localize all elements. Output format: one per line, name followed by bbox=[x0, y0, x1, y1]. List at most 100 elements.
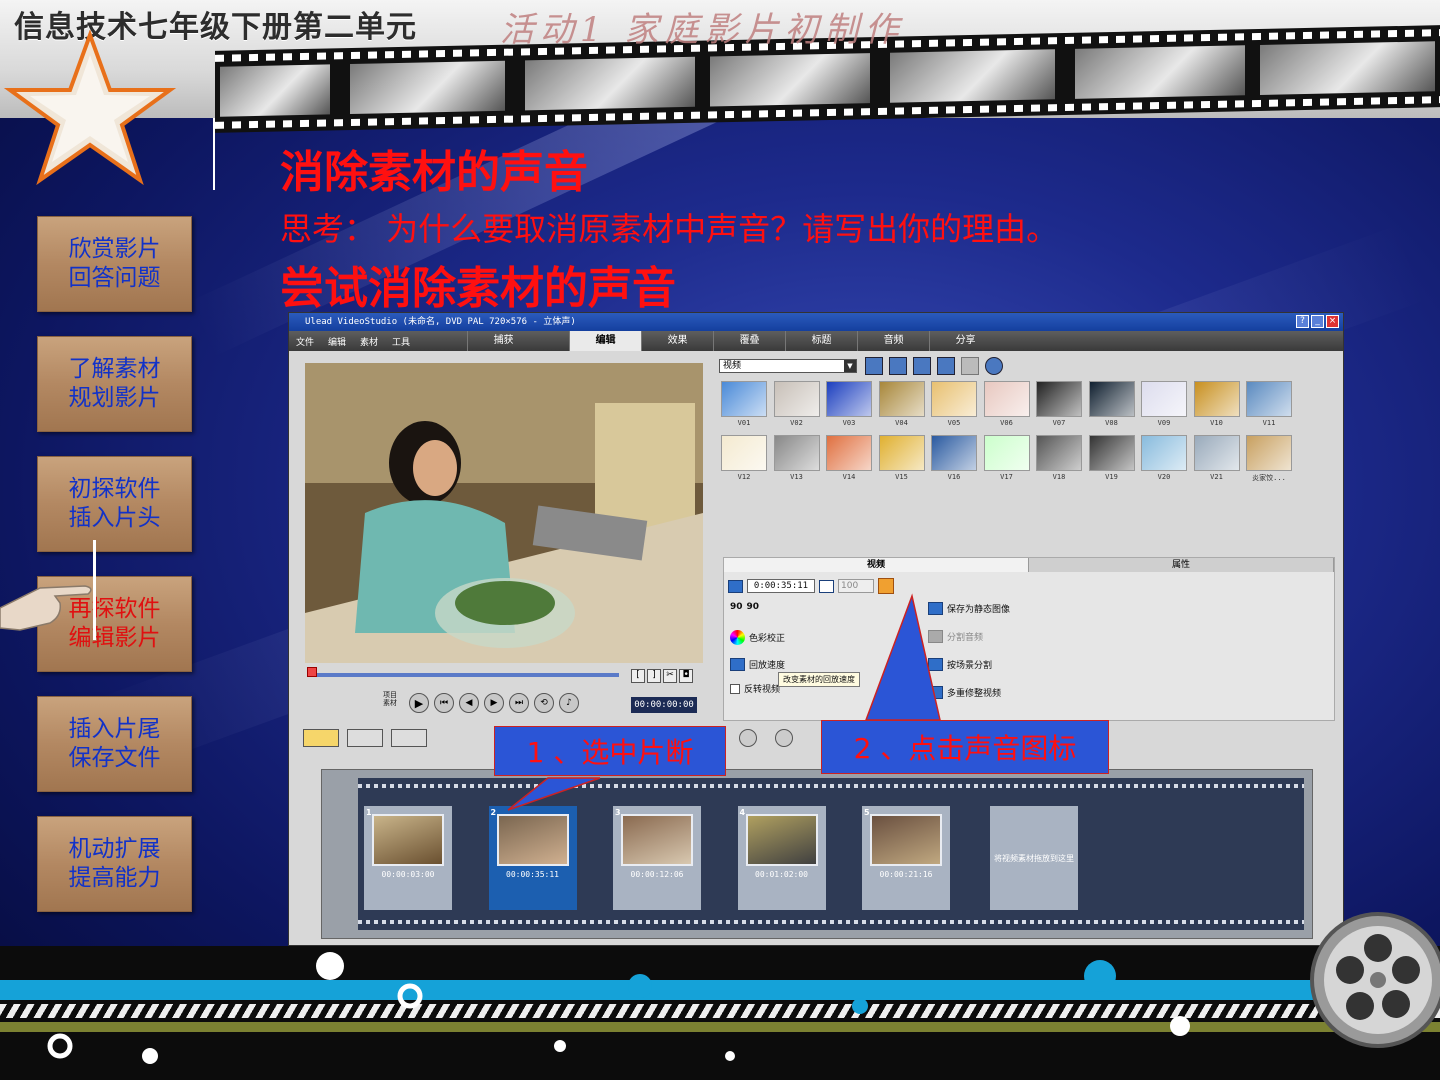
color-correct-button[interactable]: 色彩校正 bbox=[749, 631, 785, 644]
close-button[interactable]: × bbox=[1326, 315, 1339, 328]
library-thumb[interactable] bbox=[1246, 435, 1292, 471]
mark-in-button[interactable]: [ bbox=[631, 669, 645, 683]
expand-icon[interactable] bbox=[985, 357, 1003, 375]
library-dropdown[interactable]: 视频 ▼ bbox=[719, 359, 857, 373]
tab-share[interactable]: 分享 bbox=[929, 331, 1001, 351]
clip-label: 素材 bbox=[383, 699, 397, 707]
library-thumb[interactable] bbox=[721, 435, 767, 471]
tab-edit[interactable]: 编辑 bbox=[569, 331, 642, 351]
cut-icon[interactable]: ✂ bbox=[663, 669, 677, 683]
prev-frame-icon[interactable]: ◀ bbox=[459, 693, 479, 713]
folder-icon[interactable] bbox=[865, 357, 883, 375]
volume-field[interactable]: 100 bbox=[838, 579, 874, 593]
rotate-right-icon[interactable]: 90 bbox=[747, 602, 760, 612]
view-icon[interactable] bbox=[961, 357, 979, 375]
menu-file[interactable]: 文件 bbox=[289, 335, 321, 348]
slide: 信息技术七年级下册第二单元 活动1 家庭影片初制作 欣赏影片 回答问题 了解素材… bbox=[0, 0, 1440, 1080]
multi-trim-button[interactable]: 多重修整视频 bbox=[947, 686, 1001, 699]
storyboard-clip[interactable]: 3 00:00:12:06 bbox=[613, 806, 701, 910]
import-icon[interactable] bbox=[889, 357, 907, 375]
next-frame-icon[interactable]: ▶ bbox=[484, 693, 504, 713]
tab-effect[interactable]: 效果 bbox=[641, 331, 713, 351]
library-thumb[interactable] bbox=[1088, 435, 1135, 471]
minimize-button[interactable]: _ bbox=[1311, 315, 1324, 328]
mark-out-button[interactable]: ] bbox=[647, 669, 661, 683]
smart-proxy-icon[interactable] bbox=[775, 729, 793, 747]
bottom-decoration bbox=[0, 946, 1440, 1080]
reverse-checkbox[interactable] bbox=[730, 683, 740, 694]
storyboard-clip[interactable]: 5 00:00:21:16 bbox=[862, 806, 950, 910]
library-thumb-label: V10 bbox=[1210, 419, 1223, 427]
tab-video[interactable]: 视频 bbox=[724, 558, 1029, 572]
library-thumb[interactable] bbox=[773, 381, 820, 417]
clip-thumbnail bbox=[745, 814, 818, 866]
nav-item-watch-film[interactable]: 欣赏影片 回答问题 bbox=[37, 216, 192, 312]
lesson-subheading: 尝试消除素材的声音 bbox=[280, 263, 676, 314]
home-icon[interactable]: ⏮ bbox=[434, 693, 454, 713]
chevron-down-icon: ▼ bbox=[844, 360, 856, 372]
nav-label: 初探软件 bbox=[68, 476, 161, 502]
duration-field[interactable]: 0:00:35:11 bbox=[747, 579, 815, 593]
storyboard-clip[interactable]: 4 00:01:02:00 bbox=[737, 806, 826, 910]
sort-icon[interactable] bbox=[937, 357, 955, 375]
repeat-icon[interactable]: ⟲ bbox=[534, 693, 554, 713]
library-thumb[interactable] bbox=[1141, 381, 1187, 417]
audio-toggle-icon[interactable] bbox=[878, 578, 894, 594]
tab-attribute[interactable]: 属性 bbox=[1029, 558, 1334, 572]
menu-edit[interactable]: 编辑 bbox=[321, 335, 353, 348]
mute-icon[interactable] bbox=[819, 579, 834, 593]
library-thumb[interactable] bbox=[1193, 435, 1240, 471]
save-still-button[interactable]: 保存为静态图像 bbox=[947, 602, 1010, 615]
rotate-left-icon[interactable]: 90 bbox=[730, 602, 743, 612]
scrubber-handle[interactable] bbox=[307, 667, 317, 677]
end-icon[interactable]: ⏭ bbox=[509, 693, 529, 713]
tab-title[interactable]: 标题 bbox=[785, 331, 857, 351]
timeline-view-icon[interactable] bbox=[347, 729, 383, 747]
library-thumb[interactable] bbox=[826, 435, 872, 471]
audio-view-icon[interactable] bbox=[391, 729, 427, 747]
library-thumb-label: V14 bbox=[842, 473, 856, 481]
help-button[interactable]: ? bbox=[1296, 315, 1309, 328]
library-thumb[interactable] bbox=[931, 435, 977, 471]
library-thumb[interactable] bbox=[1246, 381, 1292, 417]
storyboard-clip[interactable]: 1 00:00:03:00 bbox=[364, 806, 452, 910]
preview-timecode[interactable]: 00:00:00:00 bbox=[631, 697, 697, 713]
zoom-icon[interactable] bbox=[739, 729, 757, 747]
nav-item-extension[interactable]: 机动扩展 提高能力 bbox=[37, 816, 192, 912]
library-thumb[interactable] bbox=[983, 381, 1030, 417]
library-thumb[interactable] bbox=[1141, 435, 1187, 471]
clip-number: 4 bbox=[739, 808, 746, 817]
library-thumb[interactable] bbox=[721, 381, 767, 417]
library-thumb[interactable] bbox=[1036, 381, 1082, 417]
library-thumb[interactable] bbox=[878, 435, 925, 471]
library-thumb[interactable] bbox=[1088, 381, 1135, 417]
library-thumb[interactable] bbox=[931, 381, 977, 417]
tab-capture[interactable]: 捕获 bbox=[467, 331, 539, 351]
library-thumb[interactable] bbox=[1036, 435, 1082, 471]
nav-item-insert-ending[interactable]: 插入片尾 保存文件 bbox=[37, 696, 192, 792]
library-thumb[interactable] bbox=[826, 381, 872, 417]
tab-overlay[interactable]: 覆叠 bbox=[713, 331, 785, 351]
tab-audio[interactable]: 音频 bbox=[857, 331, 929, 351]
split-audio-button[interactable]: 分割音频 bbox=[947, 630, 983, 643]
playback-speed-button[interactable]: 回放速度 bbox=[749, 658, 785, 671]
nav-item-insert-intro[interactable]: 初探软件 插入片头 bbox=[37, 456, 192, 552]
storyboard-view-icon[interactable] bbox=[303, 729, 339, 747]
dropzone[interactable]: 将视频素材拖放到这里 bbox=[990, 806, 1078, 910]
snapshot-icon[interactable]: ◘ bbox=[679, 669, 693, 683]
library-thumb-label: V18 bbox=[1052, 473, 1066, 481]
scrubber-track[interactable] bbox=[309, 673, 619, 677]
library-thumb[interactable] bbox=[878, 381, 925, 417]
project-label: 项目 bbox=[383, 691, 397, 699]
volume-icon[interactable]: ♪ bbox=[559, 693, 579, 713]
split-by-scene-button[interactable]: 按场景分割 bbox=[947, 658, 992, 671]
library-thumb[interactable] bbox=[1193, 381, 1240, 417]
storyboard-clip[interactable]: 2 00:00:35:11 bbox=[488, 806, 577, 910]
play-icon[interactable]: ▶ bbox=[409, 693, 429, 713]
menu-clip[interactable]: 素材 bbox=[353, 335, 385, 348]
library-thumb[interactable] bbox=[773, 435, 820, 471]
menu-tools[interactable]: 工具 bbox=[385, 335, 417, 348]
library-manager-icon[interactable] bbox=[913, 357, 931, 375]
nav-item-plan-film[interactable]: 了解素材 规划影片 bbox=[37, 336, 192, 432]
library-thumb[interactable] bbox=[983, 435, 1030, 471]
